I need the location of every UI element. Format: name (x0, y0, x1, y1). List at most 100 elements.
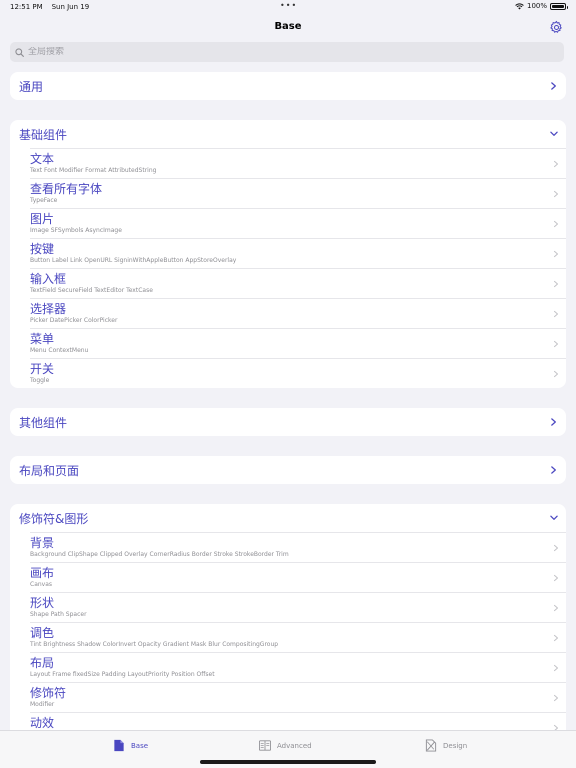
section-card: 修饰符&图形背景 Background ClipShape Clipped Ove… (10, 504, 566, 730)
list-item-title: 文本 (30, 152, 55, 166)
chevron-right-icon (551, 466, 556, 474)
tab-base-label: Base (131, 741, 149, 750)
section-card: 布局和页面 (10, 456, 566, 484)
section-card: 基础组件 文本 Text Font Modifier Format Attribut… (10, 120, 566, 388)
chevron-right-icon (551, 82, 556, 90)
status-time: 12:51 PM Sun Jun 19 (10, 3, 89, 11)
section-card: 其他组件 (10, 408, 566, 436)
list-item-subtitle: TypeFace (30, 197, 58, 204)
list-item[interactable]: 菜单 Menu ContextMenu (30, 328, 566, 358)
list-item-subtitle: Picker DatePicker ColorPicker (30, 317, 118, 324)
list-item-title: 修饰符 (30, 686, 67, 700)
list-item[interactable]: 选择器 Picker DatePicker ColorPicker (30, 298, 566, 328)
list-item-subtitle: Canvas (30, 581, 53, 588)
section-title: 布局和页面 (19, 463, 80, 478)
search-input[interactable] (28, 47, 528, 57)
chevron-right-icon (553, 340, 559, 348)
list-item[interactable]: 画布 Canvas (30, 562, 566, 592)
section-header[interactable]: 修饰符&图形 (10, 504, 566, 532)
chevron-right-icon (553, 370, 559, 378)
multitasking-dots[interactable]: ••• (280, 1, 297, 10)
list-item[interactable]: 动效 (30, 712, 566, 730)
book-icon (259, 740, 271, 751)
tab-design[interactable]: Design (425, 739, 467, 752)
list-item-subtitle: Layout Frame fixedSize Padding LayoutPri… (30, 671, 215, 678)
tab-base[interactable]: Base (113, 739, 148, 752)
chevron-right-icon (553, 160, 559, 168)
battery-percent: 100% (526, 2, 547, 10)
list-item-subtitle: Toggle (30, 377, 50, 384)
search-icon (15, 47, 24, 57)
list-item-title: 菜单 (30, 332, 55, 346)
list-item-subtitle: Image SFSymbols AsyncImage (30, 227, 122, 234)
list-item-title: 背景 (30, 536, 55, 550)
status-date: Sun Jun 19 (51, 3, 90, 11)
list-item-subtitle: Modifier (30, 701, 55, 708)
status-bar: 12:51 PM Sun Jun 19 ••• 100% (0, 0, 576, 14)
chevron-down-icon (550, 515, 558, 520)
status-right: 100% (515, 2, 568, 10)
chevron-right-icon (553, 694, 559, 702)
list-item-subtitle: Tint Brightness Shadow ColorInvert Opaci… (30, 641, 279, 648)
list-item[interactable]: 查看所有字体 TypeFace (30, 178, 566, 208)
list-item-title: 画布 (30, 566, 55, 580)
chevron-right-icon (553, 310, 559, 318)
navigation-bar: Base (0, 14, 576, 42)
chevron-right-icon (553, 544, 559, 552)
chevron-right-icon (553, 574, 559, 582)
tab-advanced-label: Advanced (277, 741, 312, 750)
list-item[interactable]: 按键 Button Label Link OpenURL SigninWithAp… (30, 238, 566, 268)
chevron-right-icon (553, 604, 559, 612)
list-item-title: 开关 (30, 362, 55, 376)
list-item-title: 调色 (30, 626, 55, 640)
section-header[interactable]: 其他组件 (10, 408, 566, 436)
chevron-right-icon (553, 250, 559, 258)
list-item[interactable]: 文本 Text Font Modifier Format AttributedSt… (30, 148, 566, 178)
list-item[interactable]: 布局 Layout Frame fixedSize Padding LayoutP… (30, 652, 566, 682)
doc-icon (114, 739, 124, 752)
chevron-down-icon (550, 131, 558, 136)
battery-icon (550, 2, 568, 10)
tab-design-label: Design (443, 741, 468, 750)
chevron-right-icon (553, 190, 559, 198)
list-item-subtitle: Text Font Modifier Format AttributedStri… (30, 167, 157, 174)
list-item-title: 图片 (30, 212, 55, 226)
list-item-title: 动效 (30, 716, 55, 730)
list-item-subtitle: Button Label Link OpenURL SigninWithAppl… (30, 257, 237, 264)
design-doc-icon (425, 739, 437, 752)
list-item[interactable]: 背景 Background ClipShape Clipped Overlay C… (30, 532, 566, 562)
list-item-title: 按键 (30, 242, 55, 256)
list-item[interactable]: 输入框 TextField SecureField TextEditor Text… (30, 268, 566, 298)
chevron-right-icon (553, 634, 559, 642)
gear-icon[interactable] (549, 20, 564, 35)
list-item-subtitle: Menu ContextMenu (30, 347, 89, 354)
tab-advanced[interactable]: Advanced (259, 739, 312, 752)
chevron-right-icon (553, 664, 559, 672)
wifi-icon (515, 2, 524, 9)
settings-list[interactable]: 通用 基础组件 文本 Text Font Modifier Format Attrib… (0, 72, 576, 730)
list-item[interactable]: 图片 Image SFSymbols AsyncImage (30, 208, 566, 238)
list-item-title: 查看所有字体 (30, 182, 103, 196)
section-title: 其他组件 (19, 415, 68, 430)
list-item[interactable]: 形状 Shape Path Spacer (30, 592, 566, 622)
section-header[interactable]: 基础组件 (10, 120, 566, 148)
chevron-right-icon (553, 280, 559, 288)
list-item-title: 形状 (30, 596, 55, 610)
search-bar[interactable] (10, 42, 564, 62)
list-item-subtitle: Shape Path Spacer (30, 611, 87, 618)
status-time-text: 12:51 PM (10, 3, 43, 11)
chevron-right-icon (553, 220, 559, 228)
list-item[interactable]: 调色 Tint Brightness Shadow ColorInvert Opa… (30, 622, 566, 652)
section-title: 通用 (19, 79, 44, 94)
section-header[interactable]: 通用 (10, 72, 566, 100)
list-item-subtitle: Background ClipShape Clipped Overlay Cor… (30, 551, 289, 558)
section-title: 修饰符&图形 (19, 511, 89, 526)
chevron-right-icon (551, 418, 556, 426)
section-header[interactable]: 布局和页面 (10, 456, 566, 484)
list-item-title: 输入框 (30, 272, 67, 286)
page-title: Base (274, 21, 302, 32)
home-indicator (200, 760, 376, 764)
list-item[interactable]: 修饰符 Modifier (30, 682, 566, 712)
section-card: 通用 (10, 72, 566, 100)
list-item[interactable]: 开关 Toggle (30, 358, 566, 388)
